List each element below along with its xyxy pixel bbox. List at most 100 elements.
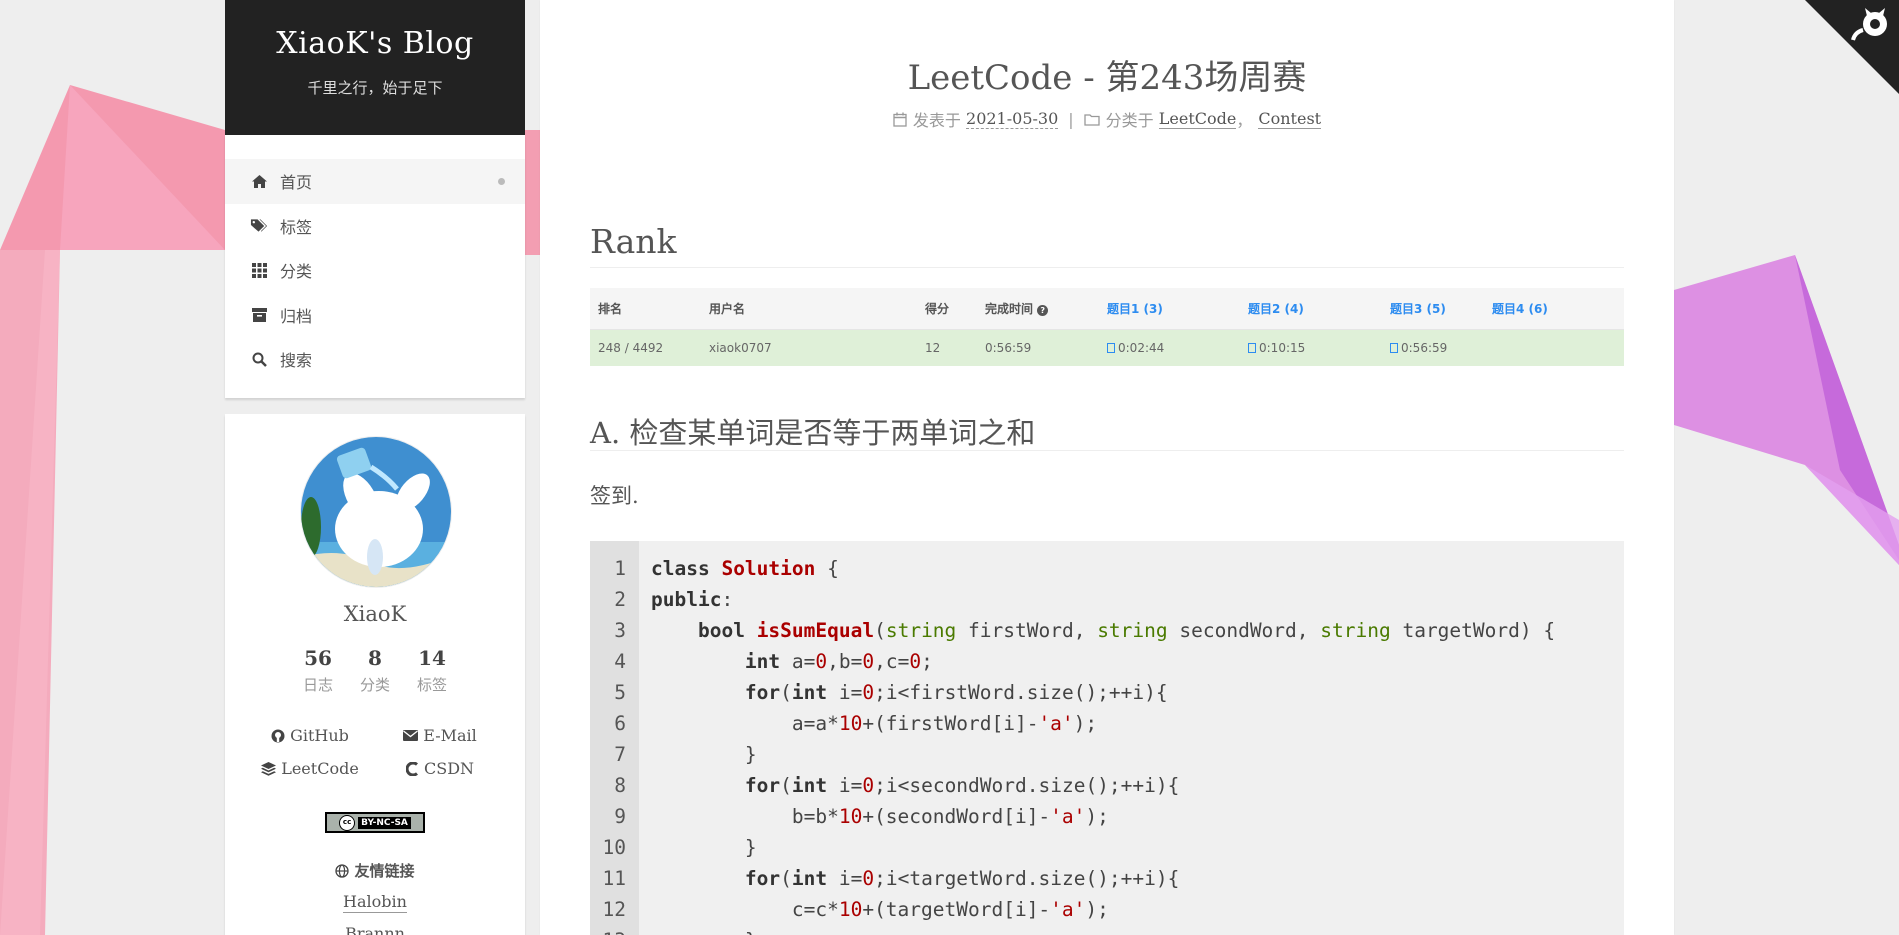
- github-link[interactable]: GitHub: [245, 726, 375, 745]
- cell-username[interactable]: xiaok0707: [709, 330, 772, 366]
- tags-icon: [250, 217, 268, 235]
- header-finish-time: 完成时间 ?: [985, 288, 1049, 330]
- envelope-icon: [403, 730, 419, 741]
- q1-time-text: 0:02:44: [1118, 341, 1165, 355]
- stat-count: 14: [418, 646, 446, 670]
- code-line: }: [651, 836, 757, 859]
- stat-label: 日志: [302, 676, 333, 694]
- csdn-icon: [405, 761, 419, 776]
- heading-divider: [590, 267, 1624, 268]
- cell-score: 12: [925, 341, 941, 355]
- leetcode-link[interactable]: LeetCode: [245, 759, 375, 778]
- post-date[interactable]: 2021-05-30: [966, 109, 1059, 129]
- rank-heading: Rank: [590, 222, 677, 261]
- document-icon: [1248, 343, 1256, 353]
- globe-icon: [335, 863, 350, 878]
- menu-item-home[interactable]: 首页: [225, 159, 525, 204]
- menu-item-label: 分类: [280, 262, 313, 282]
- code-block[interactable]: 1 2 3 4 5 6 7 8 9 10 11 12 13 class Solu…: [590, 541, 1624, 935]
- header-username: 用户名: [709, 302, 746, 316]
- code-line: a=a*10+(firstWord[i]-'a');: [651, 712, 1098, 735]
- post-content: LeetCode - 第243场周赛 发表于 2021-05-30 | 分类于 …: [540, 0, 1674, 935]
- rank-table: 排名 用户名 得分 完成时间 ? 题目1 (3) 题目2 (4) 题目3 (5)…: [590, 288, 1624, 366]
- code-line: int a=0,b=0,c=0;: [744, 650, 933, 673]
- code-line: class Solution {: [651, 557, 839, 580]
- cell-q3-time[interactable]: 0:56:59: [1390, 330, 1447, 366]
- github-corner-icon[interactable]: [1805, 0, 1899, 94]
- line-number: 4: [614, 650, 626, 673]
- code-line: c=c*10+(targetWord[i]-'a');: [651, 898, 1109, 921]
- category-link-leetcode[interactable]: LeetCode: [1158, 109, 1237, 129]
- cell-q1-time[interactable]: 0:02:44: [1107, 330, 1164, 366]
- friends-title: 友情链接: [225, 860, 525, 881]
- active-indicator-dot: [498, 178, 505, 185]
- meta-divider: |: [1068, 109, 1074, 129]
- site-brand: XiaoK's Blog 千里之行，始于足下: [225, 0, 525, 135]
- question-circle-icon[interactable]: ?: [1037, 305, 1049, 316]
- menu-item-tags[interactable]: 标签: [225, 204, 525, 249]
- code-line: for(int i=0;i<secondWord.size();++i){: [744, 774, 1180, 797]
- site-title[interactable]: XiaoK's Blog: [225, 0, 525, 61]
- github-icon: [271, 729, 285, 743]
- code-line: for(int i=0;i<targetWord.size();++i){: [744, 867, 1180, 890]
- header-q4[interactable]: 题目4 (6): [1492, 288, 1548, 330]
- line-number: 1: [614, 557, 626, 580]
- header-rank: 排名: [598, 302, 623, 316]
- q2-time-text: 0:10:15: [1259, 341, 1306, 355]
- site-menu: 首页 标签 分类 归档 搜索: [225, 135, 525, 398]
- category-separator: ，: [1236, 111, 1253, 130]
- line-number: 6: [614, 712, 626, 735]
- code-line: public:: [651, 588, 734, 611]
- menu-item-label: 归档: [280, 306, 313, 326]
- cell-rank: 248 / 4492: [598, 341, 664, 355]
- menu-item-label: 标签: [280, 217, 313, 237]
- author-name: XiaoK: [343, 602, 407, 626]
- category-link-contest[interactable]: Contest: [1258, 109, 1322, 129]
- heading-divider: [590, 450, 1624, 451]
- creative-commons-icon: cc: [339, 814, 356, 831]
- category-label: 分类于: [1105, 111, 1154, 130]
- rank-table-header: 排名 用户名 得分 完成时间 ? 题目1 (3) 题目2 (4) 题目3 (5)…: [590, 288, 1624, 330]
- menu-item-search[interactable]: 搜索: [225, 337, 525, 382]
- link-label: CSDN: [423, 759, 475, 778]
- stat-tags[interactable]: 14 标签: [404, 646, 461, 695]
- cc-license-badge[interactable]: cc BY-NC-SA: [325, 812, 425, 833]
- archive-icon: [250, 306, 268, 324]
- header-score: 得分: [925, 302, 950, 316]
- section-a-heading: A. 检查某单词是否等于两单词之和: [590, 410, 1036, 452]
- document-icon: [1107, 343, 1115, 353]
- cell-q2-time[interactable]: 0:10:15: [1248, 330, 1305, 366]
- code-line: for(int i=0;i<firstWord.size();++i){: [744, 681, 1168, 704]
- menu-item-categories[interactable]: 分类: [225, 248, 525, 293]
- line-number: 5: [614, 681, 626, 704]
- stat-posts[interactable]: 56 日志: [290, 646, 347, 695]
- section-a-problem-link[interactable]: 检查某单词是否等于两单词之和: [629, 416, 1036, 451]
- folder-icon: [1084, 113, 1100, 126]
- code-line: bool isSumEqual(string firstWord, string…: [697, 619, 1556, 642]
- csdn-link[interactable]: CSDN: [375, 759, 505, 778]
- link-label: GitHub: [290, 726, 349, 745]
- line-number: 12: [602, 898, 626, 921]
- friend-link[interactable]: Brannn: [225, 924, 525, 935]
- stat-label: 标签: [416, 676, 447, 694]
- menu-item-label: 搜索: [280, 351, 313, 371]
- friend-link-label: Brannn: [345, 924, 405, 935]
- line-number: 2: [614, 588, 626, 611]
- email-link[interactable]: E-Mail: [375, 726, 505, 745]
- section-a-paragraph: 签到.: [590, 484, 639, 508]
- posted-label: 发表于: [912, 111, 961, 130]
- header-q3[interactable]: 题目3 (5): [1390, 288, 1446, 330]
- site-subtitle: 千里之行，始于足下: [307, 79, 443, 97]
- line-number: 8: [614, 774, 626, 797]
- header-finish-time-label: 完成时间: [985, 302, 1034, 316]
- line-number: 7: [614, 743, 626, 766]
- friend-link[interactable]: Halobin: [225, 892, 525, 913]
- menu-item-archives[interactable]: 归档: [225, 293, 525, 338]
- license-text: BY-NC-SA: [358, 816, 411, 829]
- code-line: }: [651, 925, 757, 935]
- stat-categories[interactable]: 8 分类: [347, 646, 404, 695]
- header-q1[interactable]: 题目1 (3): [1107, 288, 1163, 330]
- line-number: 11: [602, 867, 626, 890]
- header-q2[interactable]: 题目2 (4): [1248, 288, 1304, 330]
- code-line: b=b*10+(secondWord[i]-'a');: [651, 805, 1109, 828]
